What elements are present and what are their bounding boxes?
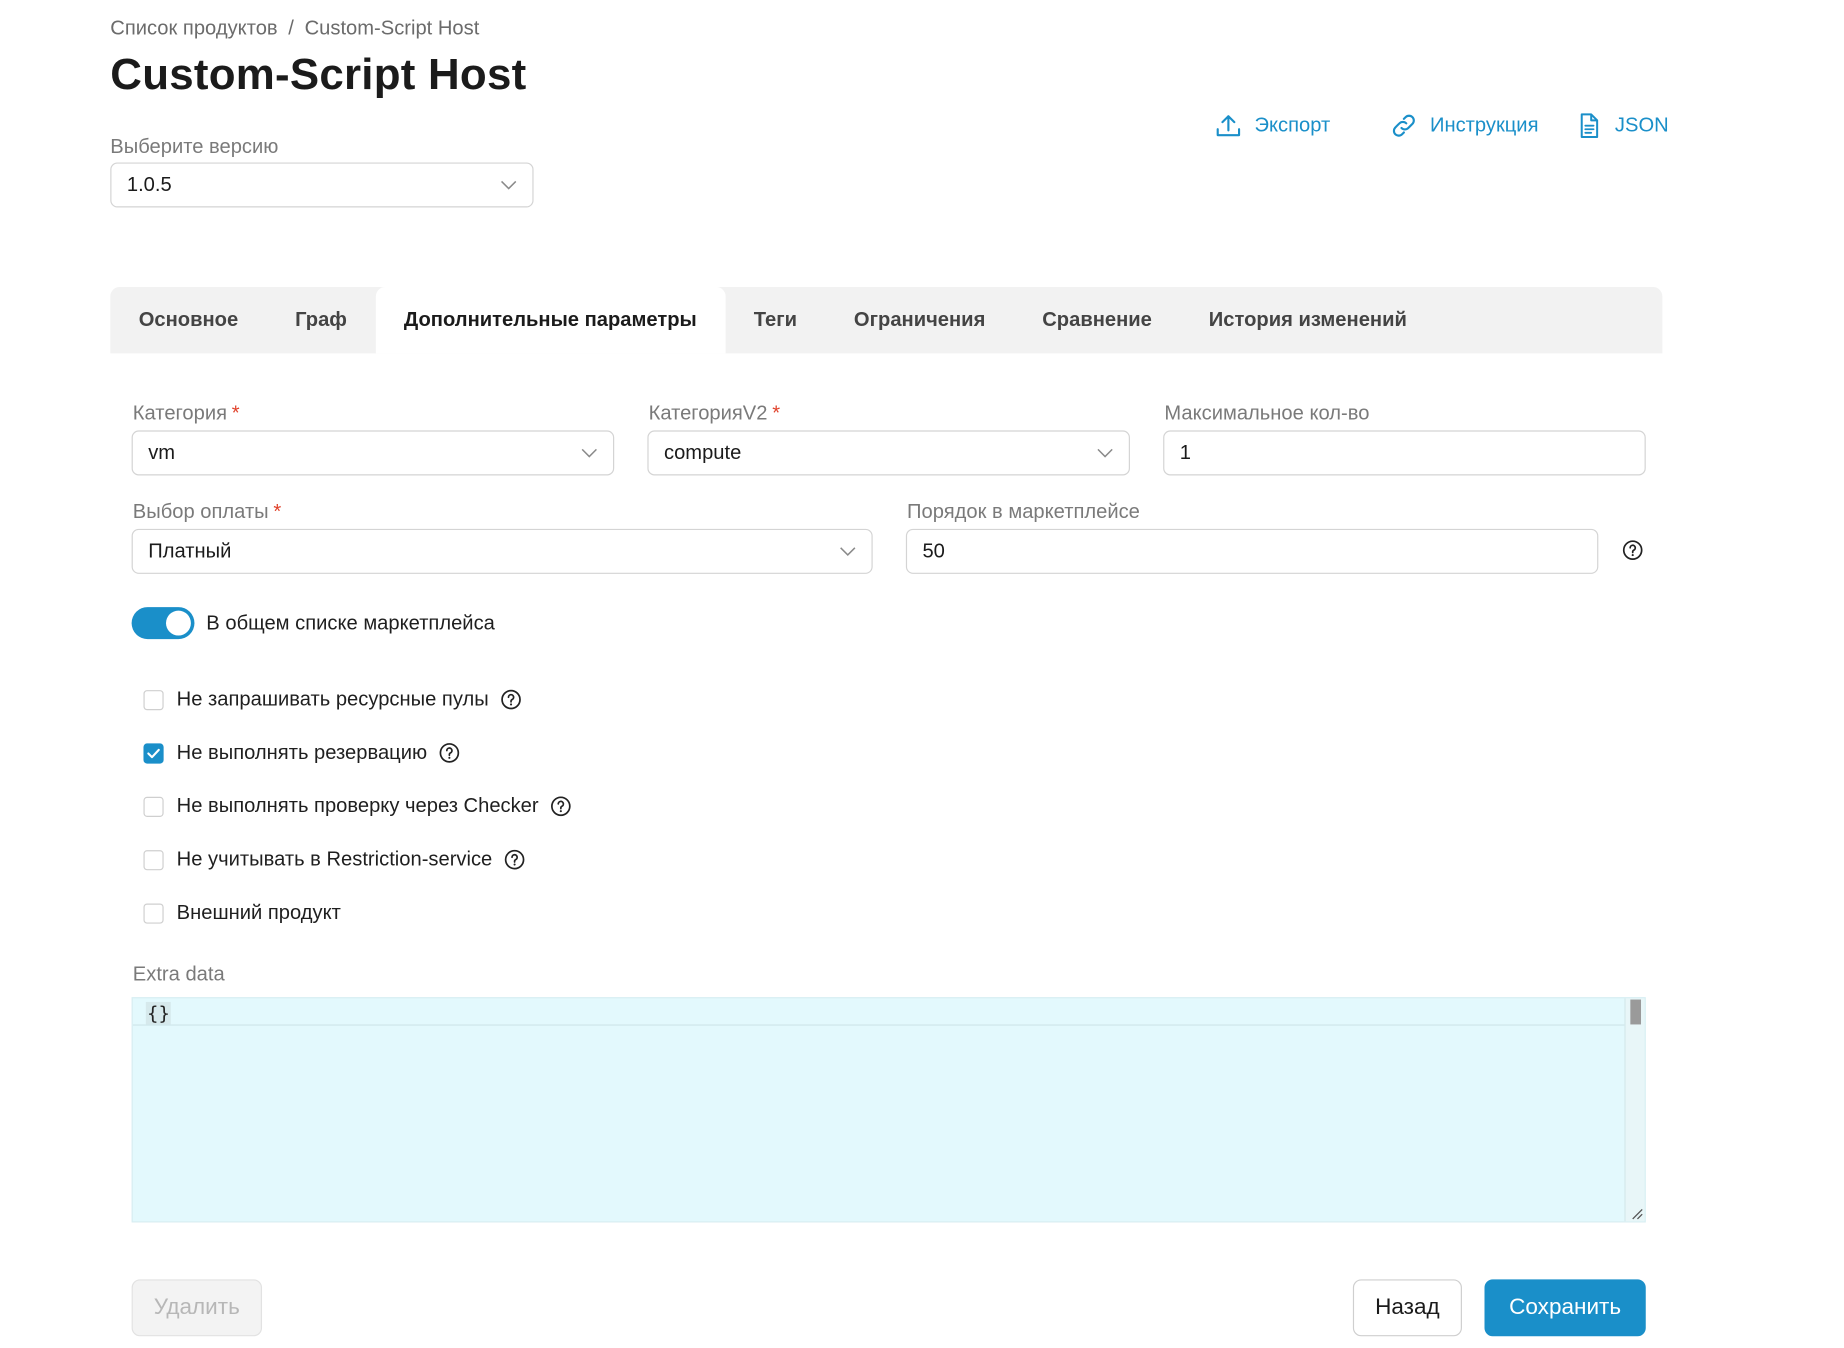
extra-data-editor[interactable]: {}: [131, 997, 1646, 1223]
checkbox-label: Не запрашивать ресурсные пулы: [176, 687, 489, 711]
breadcrumb-separator: /: [288, 16, 294, 40]
export-link-label: Экспорт: [1254, 113, 1331, 137]
checkbox-row-no-reservation[interactable]: Не выполнять резервацию: [143, 741, 460, 765]
checkbox-external-product[interactable]: [143, 902, 164, 924]
checkbox-row-external-product[interactable]: Внешний продукт: [143, 901, 341, 925]
marketplace-order-value: 50: [922, 539, 945, 563]
delete-button[interactable]: Удалить: [131, 1279, 263, 1337]
tab-comparison[interactable]: Сравнение: [1014, 287, 1181, 353]
tab-additional-params[interactable]: Дополнительные параметры: [375, 286, 726, 354]
editor-scrollbar[interactable]: [1624, 998, 1645, 1222]
help-icon[interactable]: [439, 742, 460, 763]
checkbox-label: Не учитывать в Restriction-service: [176, 847, 493, 871]
document-icon: [1580, 113, 1599, 138]
checkbox-label: Не выполнять резервацию: [176, 741, 428, 764]
breadcrumb: Список продуктов / Custom-Script Host: [110, 17, 479, 41]
link-icon: [1392, 114, 1415, 137]
active-line-highlight: [132, 998, 1626, 1026]
json-link-label: JSON: [1614, 113, 1669, 137]
chevron-down-icon: [1097, 448, 1113, 458]
chevron-down-icon: [501, 180, 517, 190]
breadcrumb-link-products[interactable]: Список продуктов: [110, 17, 277, 40]
marketplace-order-input[interactable]: 50: [905, 528, 1599, 574]
extra-data-label: Extra data: [132, 962, 225, 986]
help-icon[interactable]: [504, 849, 525, 870]
checkbox-no-checker[interactable]: [143, 796, 164, 817]
scrollbar-thumb[interactable]: [1630, 999, 1642, 1025]
tab-bar: Основное Граф Дополнительные параметры Т…: [110, 286, 1663, 354]
category-v2-value: compute: [663, 441, 742, 464]
tab-tags[interactable]: Теги: [725, 287, 825, 353]
checkbox-row-no-restriction-service[interactable]: Не учитывать в Restriction-service: [143, 848, 525, 872]
json-link[interactable]: JSON: [1575, 111, 1669, 139]
chevron-down-icon: [840, 547, 856, 556]
category-v2-label: КатегорияV2 *: [649, 402, 780, 426]
category-label-text: Категория: [132, 401, 228, 425]
max-count-input[interactable]: 1: [1163, 430, 1646, 476]
page: Список продуктов / Custom-Script Host Cust…: [0, 0, 1844, 1348]
required-mark: *: [231, 401, 240, 425]
checkbox-row-no-checker[interactable]: Не выполнять проверку через Checker: [143, 794, 571, 818]
toggle-knob: [165, 610, 191, 636]
help-icon[interactable]: [550, 796, 571, 817]
checkmark-icon: [147, 748, 160, 758]
category-v2-select[interactable]: compute: [647, 430, 1130, 476]
help-icon[interactable]: [1622, 539, 1643, 560]
payment-label-text: Выбор оплаты: [132, 500, 269, 523]
save-button[interactable]: Сохранить: [1484, 1279, 1646, 1337]
checkbox-no-restriction-service[interactable]: [143, 849, 164, 870]
breadcrumb-current: Custom-Script Host: [304, 16, 480, 40]
version-value: 1.0.5: [126, 173, 172, 196]
required-mark: *: [772, 401, 781, 425]
tab-restrictions[interactable]: Ограничения: [825, 287, 1013, 353]
version-label: Выберите версию: [110, 135, 279, 158]
payment-label: Выбор оплаты *: [133, 500, 281, 524]
extra-data-code: {}: [145, 1001, 172, 1025]
resize-handle-icon[interactable]: [1629, 1206, 1643, 1220]
category-value: vm: [148, 441, 176, 464]
chevron-down-icon: [581, 448, 597, 458]
page-title: Custom-Script Host: [110, 49, 527, 99]
instruction-link-label: Инструкция: [1429, 113, 1539, 137]
upload-icon: [1216, 115, 1241, 137]
max-count-value: 1: [1179, 441, 1191, 464]
checkbox-no-reservation[interactable]: [143, 742, 164, 763]
back-button[interactable]: Назад: [1352, 1279, 1462, 1337]
max-count-label: Максимальное кол-во: [1164, 401, 1370, 425]
category-select[interactable]: vm: [131, 430, 615, 476]
category-label: Категория *: [133, 402, 240, 426]
category-v2-label-text: КатегорияV2: [648, 401, 768, 425]
marketplace-order-label: Порядок в маркетплейсе: [907, 500, 1140, 523]
export-link[interactable]: Экспорт: [1214, 111, 1330, 139]
checkbox-label: Внешний продукт: [176, 901, 341, 924]
instruction-link[interactable]: Инструкция: [1390, 111, 1539, 139]
required-mark: *: [273, 500, 282, 523]
version-select[interactable]: 1.0.5: [110, 162, 534, 208]
payment-value: Платный: [148, 539, 232, 563]
tab-graph[interactable]: Граф: [267, 287, 376, 353]
tab-change-history[interactable]: История изменений: [1180, 287, 1435, 353]
payment-select[interactable]: Платный: [131, 528, 873, 574]
checkbox-no-resource-pools[interactable]: [143, 689, 164, 710]
checkbox-row-no-resource-pools[interactable]: Не запрашивать ресурсные пулы: [143, 687, 522, 712]
marketplace-list-toggle[interactable]: [131, 607, 195, 640]
help-icon[interactable]: [501, 689, 522, 710]
tab-main[interactable]: Основное: [110, 287, 266, 353]
checkbox-label: Не выполнять проверку через Checker: [176, 794, 539, 817]
marketplace-list-toggle-label: В общем списке маркетплейса: [206, 611, 495, 635]
